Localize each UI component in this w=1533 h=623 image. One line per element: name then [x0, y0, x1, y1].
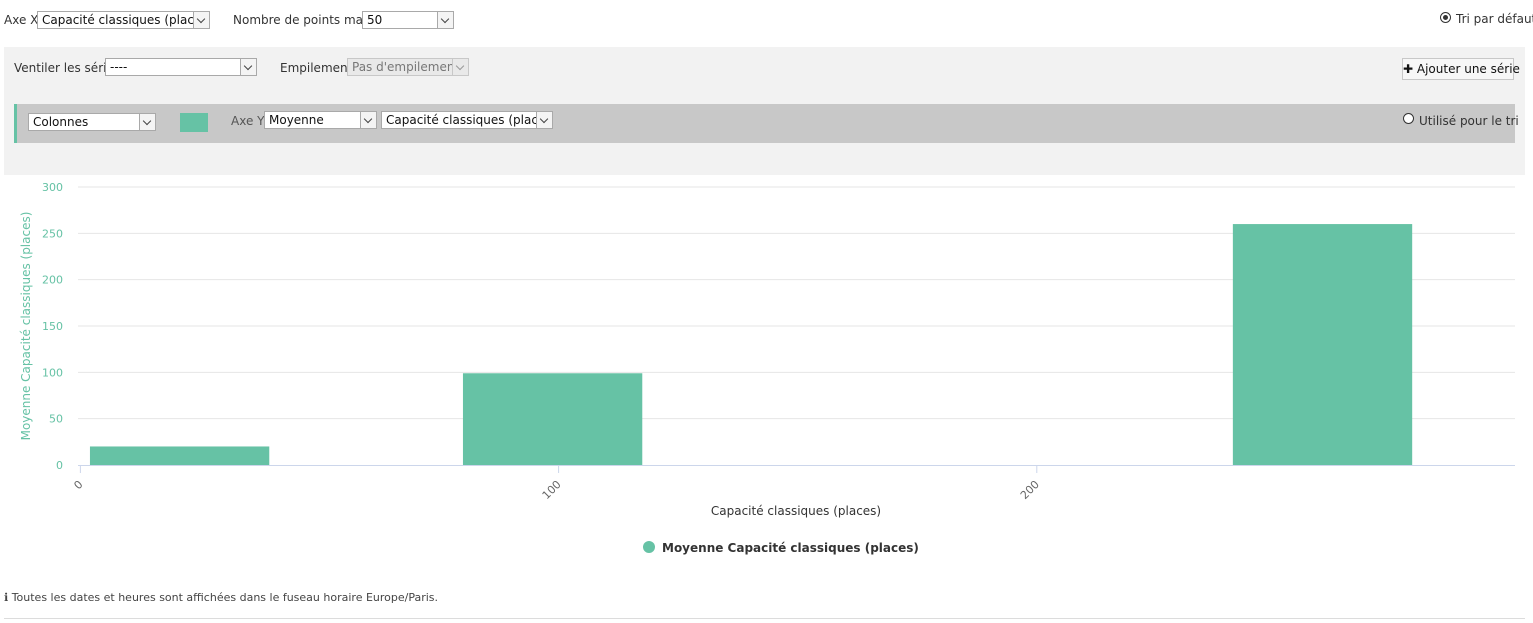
info-icon: ℹ: [4, 591, 9, 604]
y-tick-label: 0: [56, 459, 63, 472]
legend-item-label: Moyenne Capacité classiques (places): [662, 541, 919, 555]
x-tick-label: 0: [71, 478, 85, 492]
legend[interactable]: Moyenne Capacité classiques (places): [643, 541, 919, 555]
y-tick-label: 150: [42, 320, 63, 333]
x-tick-label: 200: [1018, 478, 1042, 502]
x-axis-ticks: 0 100 200: [71, 465, 1042, 502]
bar[interactable]: [89, 446, 270, 465]
timezone-note: ℹ Toutes les dates et heures sont affich…: [4, 591, 438, 604]
y-axis-ticks: 0 50 100 150 200 250 300: [42, 181, 63, 472]
bar[interactable]: [1232, 224, 1413, 465]
bars: [89, 224, 1413, 465]
y-tick-label: 50: [49, 413, 63, 426]
bar[interactable]: [462, 373, 643, 465]
legend-marker: [643, 541, 655, 553]
y-tick-label: 300: [42, 181, 63, 194]
x-tick-label: 100: [540, 478, 564, 502]
y-tick-label: 100: [42, 366, 63, 379]
x-axis-title: Capacité classiques (places): [711, 504, 881, 518]
bar-chart: 0 50 100 150 200 250 300 0 100 200 Moyenne Capac…: [19, 181, 1515, 555]
y-tick-label: 200: [42, 274, 63, 287]
timezone-note-text: Toutes les dates et heures sont affichée…: [11, 591, 439, 604]
y-tick-label: 250: [42, 227, 63, 240]
y-axis-title: Moyenne Capacité classiques (places): [19, 212, 33, 441]
footer-divider: [4, 618, 1525, 619]
